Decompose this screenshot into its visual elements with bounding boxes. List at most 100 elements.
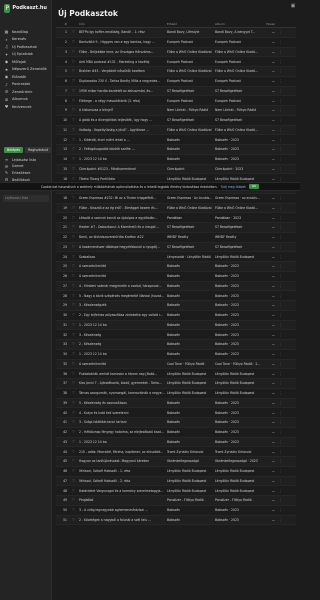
- more-options-icon[interactable]: ⋮: [277, 157, 283, 161]
- row-channel[interactable]: WMDF Reality: [165, 235, 213, 239]
- more-options-icon[interactable]: ⋮: [277, 216, 283, 220]
- row-title[interactable]: A szerzetnikmírtó: [77, 264, 165, 268]
- heart-icon[interactable]: ♡: [70, 362, 77, 366]
- row-channel[interactable]: Babszén: [165, 333, 213, 337]
- row-title[interactable]: 1 - 2023 12 14 ba: [77, 352, 165, 356]
- heart-icon[interactable]: ♡: [70, 284, 77, 288]
- row-channel[interactable]: Lényölön Rádió Budapest: [165, 469, 213, 473]
- row-title[interactable]: Heater #7 - Dobozkocsi: A Kisméretű és a…: [77, 225, 165, 229]
- table-row[interactable]: 18 ♡ Green Espresso #232: Mi az a Tinder t…: [56, 194, 296, 204]
- table-row[interactable]: 3 ♡ Fülke - Beljebbke Imre, az Országos Hő…: [56, 47, 296, 58]
- heart-icon[interactable]: ♡: [70, 138, 77, 142]
- more-options-icon[interactable]: ⋮: [277, 352, 283, 356]
- heart-icon[interactable]: ♡: [70, 498, 77, 502]
- podcast-menu-icon[interactable]: ▣: [290, 3, 296, 9]
- header-length[interactable]: Hossz: [261, 22, 277, 26]
- heart-icon[interactable]: ♡: [70, 99, 77, 103]
- row-channel[interactable]: Babszén: [165, 294, 213, 298]
- heart-icon[interactable]: ♡: [70, 294, 77, 298]
- row-channel[interactable]: Ponolizer - Fülkyo Rádió: [165, 498, 213, 502]
- row-title[interactable]: Borúl, az ióshidszavenkűrtíta Krafton #2…: [77, 235, 165, 239]
- row-title[interactable]: Pingbóbó: [77, 498, 165, 502]
- row-album[interactable]: Cool Tone · Fülkyo Rádió · 2...: [213, 362, 261, 366]
- table-row[interactable]: 31 ♡ 1 - 2023 12 14 ba Babszén Babszén · 202…: [56, 320, 296, 331]
- table-row[interactable]: 2 ♡ Bankváltó 9 - Higgyes van-e egy bankos…: [56, 38, 296, 48]
- heart-icon[interactable]: ♡: [70, 108, 77, 112]
- table-row[interactable]: 30 ♡ 2 - Egy tejfelnes pólyaszítása zárlak…: [56, 311, 296, 321]
- sub-nav-item[interactable]: ✉ Üzenet: [0, 163, 51, 170]
- more-options-icon[interactable]: ⋮: [277, 333, 283, 337]
- heart-icon[interactable]: ♡: [70, 157, 77, 161]
- row-title[interactable]: Fülke - Beljebbke Imre, az Országos Hőrs…: [77, 50, 165, 54]
- heart-icon[interactable]: ♡: [70, 401, 77, 405]
- more-options-icon[interactable]: ⋮: [277, 401, 283, 405]
- row-album[interactable]: Babszén · 2023: [213, 303, 261, 307]
- heart-icon[interactable]: ♡: [70, 196, 77, 200]
- table-row[interactable]: 51 ♡ 2 - Közelégek a nagyból a falunál a s…: [56, 515, 296, 526]
- row-title[interactable]: 2 - Készlenség: [77, 342, 165, 346]
- heart-icon[interactable]: ♡: [70, 459, 77, 463]
- more-options-icon[interactable]: ⋮: [277, 118, 283, 122]
- more-options-icon[interactable]: ⋮: [277, 498, 283, 502]
- more-options-icon[interactable]: ⋮: [277, 196, 283, 200]
- table-row[interactable]: 37 ♡ Kiss Janni 7 - Ajándékoztá, kiadó, gy…: [56, 379, 296, 389]
- row-channel[interactable]: Babszén: [165, 342, 213, 346]
- row-album[interactable]: Babszén · 2023: [213, 138, 261, 142]
- sidebar-item[interactable]: ☰ Zeneóráink: [0, 88, 51, 96]
- heart-icon[interactable]: ♡: [70, 147, 77, 151]
- table-row[interactable]: 44 ♡ 210 - adás: Marcsiké, Mireha, kapitán…: [56, 447, 296, 457]
- sidebar-item[interactable]: ★ Népszerű Zeneidők: [0, 66, 51, 74]
- row-album[interactable]: Pandában · 2023: [213, 216, 261, 220]
- row-channel[interactable]: Lényölön Rádió Budapest: [165, 372, 213, 376]
- row-title[interactable]: 2 - Egy tejfelnes pólyaszítása zárlakett…: [77, 313, 165, 317]
- row-channel[interactable]: Cool Tone · Fülkyo Rádió: [165, 362, 213, 366]
- row-album[interactable]: S7 Beszélgetések: [213, 225, 261, 229]
- sub-nav-item[interactable]: ≡ Lejátszási lista: [0, 157, 51, 164]
- row-album[interactable]: Babszén · 2023: [213, 508, 261, 512]
- row-channel[interactable]: Lényölön Rádió Budapest: [165, 381, 213, 385]
- row-album[interactable]: Lényölön Rádió Budapest: [213, 391, 261, 395]
- row-channel[interactable]: Lényölön Rádió Budapest: [165, 391, 213, 395]
- heart-icon[interactable]: ♡: [70, 264, 77, 268]
- table-row[interactable]: 39 ♡ 5 - Készlenség és azonosításos Babszén…: [56, 398, 296, 409]
- row-channel[interactable]: Lényeszdal · Lényölön Rádió: [165, 255, 213, 259]
- row-channel[interactable]: Green Espresso · Az Anubis ...: [165, 196, 213, 200]
- row-album[interactable]: Fülke a WhO Online Kiadó...: [213, 69, 261, 73]
- heart-icon[interactable]: ♡: [70, 420, 77, 424]
- row-album[interactable]: S7 Beszélgetések: [213, 245, 261, 249]
- table-row[interactable]: 29 ♡ 3 - Készlenségzék Babszén Babszén · 202…: [56, 301, 296, 311]
- row-album[interactable]: Babszén · 2023: [213, 411, 261, 415]
- row-title[interactable]: 2 - Közelégek a nagyból a falunál a szél…: [77, 518, 165, 522]
- row-title[interactable]: Valóság - Kopeltyűsség a jövő? - Agytörz…: [77, 128, 165, 132]
- row-album[interactable]: Europeh Podcast: [213, 60, 261, 64]
- more-options-icon[interactable]: ⋮: [277, 518, 283, 522]
- more-options-icon[interactable]: ⋮: [277, 245, 283, 249]
- row-channel[interactable]: S7 Beszélgetések: [165, 118, 213, 122]
- table-row[interactable]: 24 ♡ Szabaliszo Lényeszdal · Lényölön Rádió…: [56, 252, 296, 262]
- row-album[interactable]: Babszén · 2023: [213, 420, 261, 424]
- row-album[interactable]: Babszén · 2023: [213, 440, 261, 444]
- row-channel[interactable]: Babszén: [165, 303, 213, 307]
- table-row[interactable]: 13 ♡ 2 - Felfogóvagadók közötti szelfie ..…: [56, 145, 296, 155]
- table-row[interactable]: 40 ♡ 4 - Kutya és kutó kell szeretenni Babs…: [56, 408, 296, 418]
- row-title[interactable]: 3 - Szögi-hódítóár-tanul tartani: [77, 420, 165, 424]
- table-row[interactable]: 42 ♡ 2 - Hétköznap fényegy hatalma, az ele…: [56, 428, 296, 438]
- row-title[interactable]: A gödö és a divergőritás teljesíték, úgy…: [77, 118, 165, 122]
- heart-icon[interactable]: ♡: [70, 352, 77, 356]
- sidebar-search-input[interactable]: Lejátszási lista: [3, 195, 49, 202]
- heart-icon[interactable]: ♡: [70, 381, 77, 385]
- heart-icon[interactable]: ♡: [70, 313, 77, 317]
- heart-icon[interactable]: ♡: [70, 323, 77, 327]
- row-channel[interactable]: Babszén: [165, 440, 213, 444]
- row-album[interactable]: WMDF Reality: [213, 235, 261, 239]
- table-row[interactable]: 35 ♡ A szerzetnikmírtó Cool Tone · Fülkyo R…: [56, 359, 296, 370]
- row-title[interactable]: A kazánrendszer dököspe hegyeléskonál a …: [77, 245, 165, 249]
- row-title[interactable]: 5 - Készlenség és azonosításos: [77, 401, 165, 405]
- sidebar-item[interactable]: ◆ Műfajok: [0, 58, 51, 66]
- row-album[interactable]: Babszén · 2023: [213, 342, 261, 346]
- row-album[interactable]: Babszén · 2023: [213, 333, 261, 337]
- row-channel[interactable]: Europeh Podcast: [165, 40, 213, 44]
- more-options-icon[interactable]: ⋮: [277, 294, 283, 298]
- more-options-icon[interactable]: ⋮: [277, 108, 283, 112]
- more-options-icon[interactable]: ⋮: [277, 274, 283, 278]
